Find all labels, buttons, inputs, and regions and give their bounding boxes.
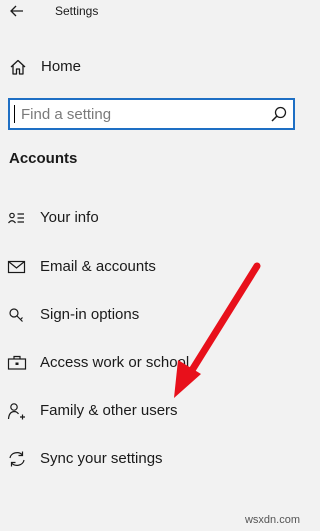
nav-item-label: Sync your settings bbox=[40, 450, 163, 467]
mail-icon bbox=[7, 260, 26, 274]
person-add-icon bbox=[7, 403, 25, 420]
nav-item-sync-settings[interactable]: Sync your settings bbox=[0, 439, 306, 479]
nav-item-family-other-users[interactable]: Family & other users bbox=[0, 391, 306, 431]
nav-item-label: Family & other users bbox=[40, 402, 178, 419]
briefcase-icon bbox=[7, 355, 27, 370]
nav-item-label: Your info bbox=[40, 209, 99, 226]
home-label: Home bbox=[41, 58, 82, 75]
window-title: Settings bbox=[55, 4, 99, 18]
search-icon[interactable] bbox=[270, 105, 288, 123]
home-icon bbox=[10, 59, 26, 75]
back-button[interactable] bbox=[6, 1, 28, 21]
title-bar: Settings bbox=[0, 0, 306, 26]
nav-item-email-accounts[interactable]: Email & accounts bbox=[0, 247, 306, 287]
back-arrow-icon bbox=[10, 5, 23, 17]
nav-item-label: Email & accounts bbox=[40, 258, 156, 275]
key-icon bbox=[9, 308, 23, 322]
nav-item-your-info[interactable]: Your info bbox=[0, 198, 306, 238]
nav-item-sign-in-options[interactable]: Sign-in options bbox=[0, 295, 306, 335]
text-caret bbox=[14, 105, 15, 123]
search-placeholder: Find a setting bbox=[21, 106, 112, 123]
search-input[interactable]: Find a setting bbox=[8, 98, 295, 130]
contact-card-icon bbox=[8, 212, 24, 224]
sync-icon bbox=[9, 451, 25, 467]
nav-item-label: Sign-in options bbox=[40, 306, 140, 323]
nav-item-access-work-school[interactable]: Access work or school bbox=[0, 343, 306, 383]
home-nav-item[interactable]: Home bbox=[0, 56, 306, 80]
settings-window: Settings Home Find a setting Accounts Yo… bbox=[0, 0, 306, 531]
nav-item-label: Access work or school bbox=[40, 354, 190, 371]
watermark: wsxdn.com bbox=[244, 514, 300, 526]
section-heading: Accounts bbox=[9, 150, 78, 167]
